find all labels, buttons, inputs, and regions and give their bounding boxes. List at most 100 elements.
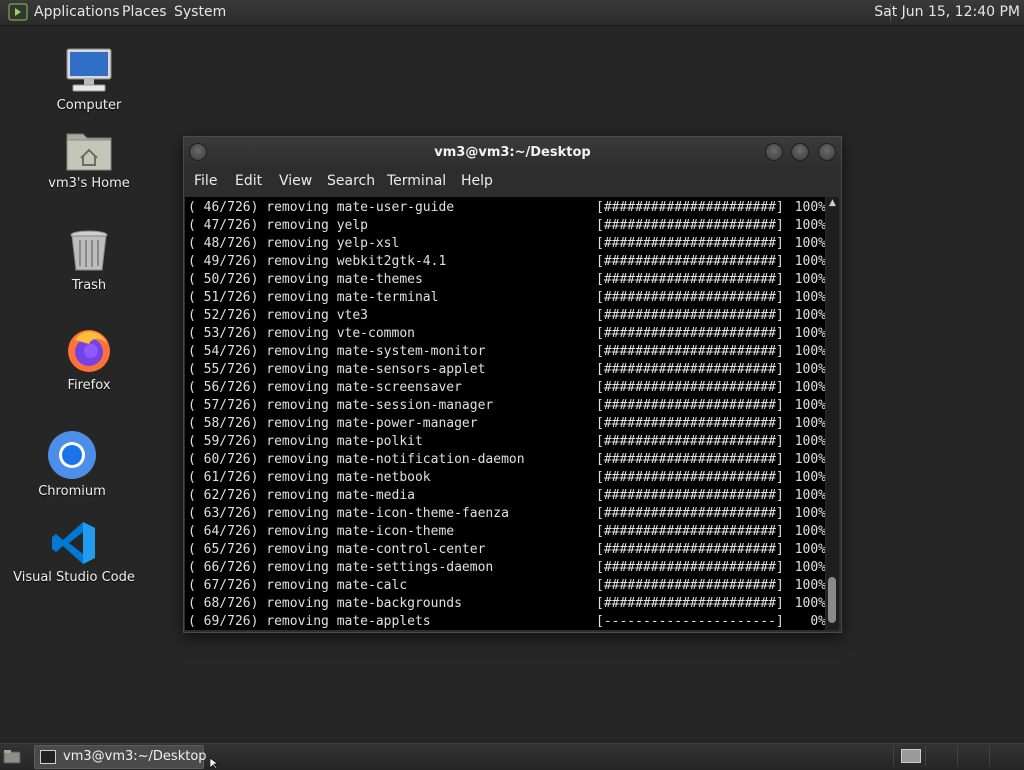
terminal-line: ( 62/726) removing mate-media [##########… <box>188 487 825 505</box>
terminal-progress-bar: [######################] <box>596 434 784 449</box>
taskbar-button-label: vm3@vm3:~/Desktop <box>63 749 207 764</box>
terminal-progress-bar: [######################] <box>596 398 784 413</box>
window-title: vm3@vm3:~/Desktop <box>434 145 591 160</box>
terminal-line-text: ( 63/726) removing mate-icon-theme-faenz… <box>188 506 509 521</box>
terminal-line: ( 65/726) removing mate-control-center [#… <box>188 541 825 559</box>
desktop-icon-label: vm3's Home <box>48 176 130 191</box>
terminal-progress-percent: 100% <box>794 416 825 431</box>
terminal-progress-bar: [######################] <box>596 308 784 323</box>
terminal-line: ( 66/726) removing mate-settings-daemon [… <box>188 559 825 577</box>
desktop-icon-home[interactable]: vm3's Home <box>19 128 159 191</box>
terminal-progress-bar: [######################] <box>596 416 784 431</box>
terminal-progress-percent: 100% <box>794 200 825 215</box>
terminal-progress-bar: [######################] <box>596 380 784 395</box>
terminal-line: ( 46/726) removing mate-user-guide [#####… <box>188 199 825 217</box>
maximize-button[interactable] <box>791 143 809 161</box>
terminal-progress-percent: 100% <box>794 578 825 593</box>
terminal-progress-percent: 100% <box>794 236 825 251</box>
terminal-scrollbar[interactable]: ▲ <box>826 197 839 630</box>
terminal-progress-bar: [######################] <box>596 362 784 377</box>
terminal-line-text: ( 66/726) removing mate-settings-daemon <box>188 560 494 575</box>
workspace-3[interactable] <box>957 746 988 766</box>
terminal-progress-bar: [######################] <box>596 218 784 233</box>
window-title-bar[interactable]: vm3@vm3:~/Desktop <box>184 137 841 167</box>
workspace-2[interactable] <box>925 746 956 766</box>
menu-terminal[interactable]: Terminal <box>387 173 446 189</box>
desktop-icon-trash[interactable]: Trash <box>19 228 159 293</box>
terminal-line: ( 49/726) removing webkit2gtk-4.1 [######… <box>188 253 825 271</box>
taskbar-terminal-button[interactable]: vm3@vm3:~/Desktop <box>34 745 207 769</box>
terminal-line-text: ( 67/726) removing mate-calc <box>188 578 408 593</box>
terminal-progress-bar: [######################] <box>596 488 784 503</box>
terminal-progress-bar: [######################] <box>596 578 784 593</box>
terminal-progress-percent: 100% <box>794 470 825 485</box>
mate-menu-icon[interactable] <box>8 3 28 21</box>
desktop-icon-label: Firefox <box>67 378 111 393</box>
terminal-progress-percent: 100% <box>794 380 825 395</box>
terminal-progress-percent: 100% <box>794 524 825 539</box>
menu-edit[interactable]: Edit <box>235 173 262 189</box>
menu-view[interactable]: View <box>279 173 312 189</box>
places-menu[interactable]: Places <box>122 4 167 20</box>
terminal-line-text: ( 46/726) removing mate-user-guide <box>188 200 455 215</box>
terminal-line: ( 51/726) removing mate-terminal [#######… <box>188 289 825 307</box>
terminal-progress-bar: [######################] <box>596 272 784 287</box>
mouse-cursor-icon <box>210 758 220 770</box>
terminal-line: ( 69/726) removing mate-applets [--------… <box>188 613 825 630</box>
terminal-progress-percent: 100% <box>794 506 825 521</box>
terminal-progress-percent: 0% <box>810 614 825 629</box>
terminal-progress-bar: [######################] <box>596 326 784 341</box>
desktop-icon-chromium[interactable]: Chromium <box>2 430 142 499</box>
desktop-icon-vscode[interactable]: Visual Studio Code <box>4 520 144 585</box>
terminal-output[interactable]: ( 46/726) removing mate-user-guide [#####… <box>185 197 825 630</box>
desktop-icon-firefox[interactable]: Firefox <box>19 326 159 393</box>
terminal-progress-bar: [######################] <box>596 344 784 359</box>
workspace-switcher <box>893 744 1024 769</box>
workspace-4[interactable] <box>989 746 1020 766</box>
menu-help[interactable]: Help <box>461 173 493 189</box>
top-panel: Applications Places System Sat Jun 15, 1… <box>0 0 1024 26</box>
terminal-progress-percent: 100% <box>794 344 825 359</box>
menu-search[interactable]: Search <box>327 173 375 189</box>
terminal-line-text: ( 47/726) removing yelp <box>188 218 369 233</box>
terminal-line-text: ( 65/726) removing mate-control-center <box>188 542 486 557</box>
firefox-icon <box>68 330 110 372</box>
workspace-1[interactable] <box>893 746 924 766</box>
close-button[interactable] <box>818 143 836 161</box>
terminal-progress-bar: [######################] <box>596 236 784 251</box>
system-menu[interactable]: System <box>174 4 226 20</box>
scroll-up-arrow-icon[interactable]: ▲ <box>827 198 838 208</box>
terminal-line-text: ( 52/726) removing vte3 <box>188 308 369 323</box>
terminal-line-text: ( 59/726) removing mate-polkit <box>188 434 423 449</box>
desktop-icon-computer[interactable]: Computer <box>19 46 159 113</box>
terminal-line: ( 55/726) removing mate-sensors-applet [#… <box>188 361 825 379</box>
terminal-line-text: ( 62/726) removing mate-media <box>188 488 415 503</box>
clock[interactable]: Sat Jun 15, 12:40 PM <box>874 4 1020 20</box>
terminal-progress-bar: [######################] <box>596 506 784 521</box>
minimize-button[interactable] <box>765 143 783 161</box>
terminal-line: ( 68/726) removing mate-backgrounds [####… <box>188 595 825 613</box>
terminal-progress-percent: 100% <box>794 272 825 287</box>
desktop-icon-label: Computer <box>56 98 122 113</box>
menu-file[interactable]: File <box>194 173 217 189</box>
terminal-progress-bar: [----------------------] <box>596 614 784 629</box>
terminal-progress-bar: [######################] <box>596 290 784 305</box>
terminal-line: ( 67/726) removing mate-calc [###########… <box>188 577 825 595</box>
terminal-icon <box>40 750 56 764</box>
terminal-progress-percent: 100% <box>794 488 825 503</box>
terminal-progress-bar: [######################] <box>596 524 784 539</box>
terminal-line: ( 50/726) removing mate-themes [#########… <box>188 271 825 289</box>
terminal-line-text: ( 56/726) removing mate-screensaver <box>188 380 462 395</box>
terminal-progress-percent: 100% <box>794 254 825 269</box>
terminal-progress-bar: [######################] <box>596 254 784 269</box>
scrollbar-thumb[interactable] <box>828 577 836 623</box>
terminal-line: ( 54/726) removing mate-system-monitor [#… <box>188 343 825 361</box>
terminal-line: ( 58/726) removing mate-power-manager [##… <box>188 415 825 433</box>
terminal-line: ( 63/726) removing mate-icon-theme-faenz… <box>188 505 825 523</box>
vscode-icon <box>52 522 95 564</box>
applications-menu[interactable]: Applications <box>34 4 120 20</box>
terminal-line: ( 48/726) removing yelp-xsl [############… <box>188 235 825 253</box>
terminal-line-text: ( 57/726) removing mate-session-manager <box>188 398 494 413</box>
terminal-line-text: ( 51/726) removing mate-terminal <box>188 290 439 305</box>
show-desktop-icon[interactable] <box>3 749 21 764</box>
